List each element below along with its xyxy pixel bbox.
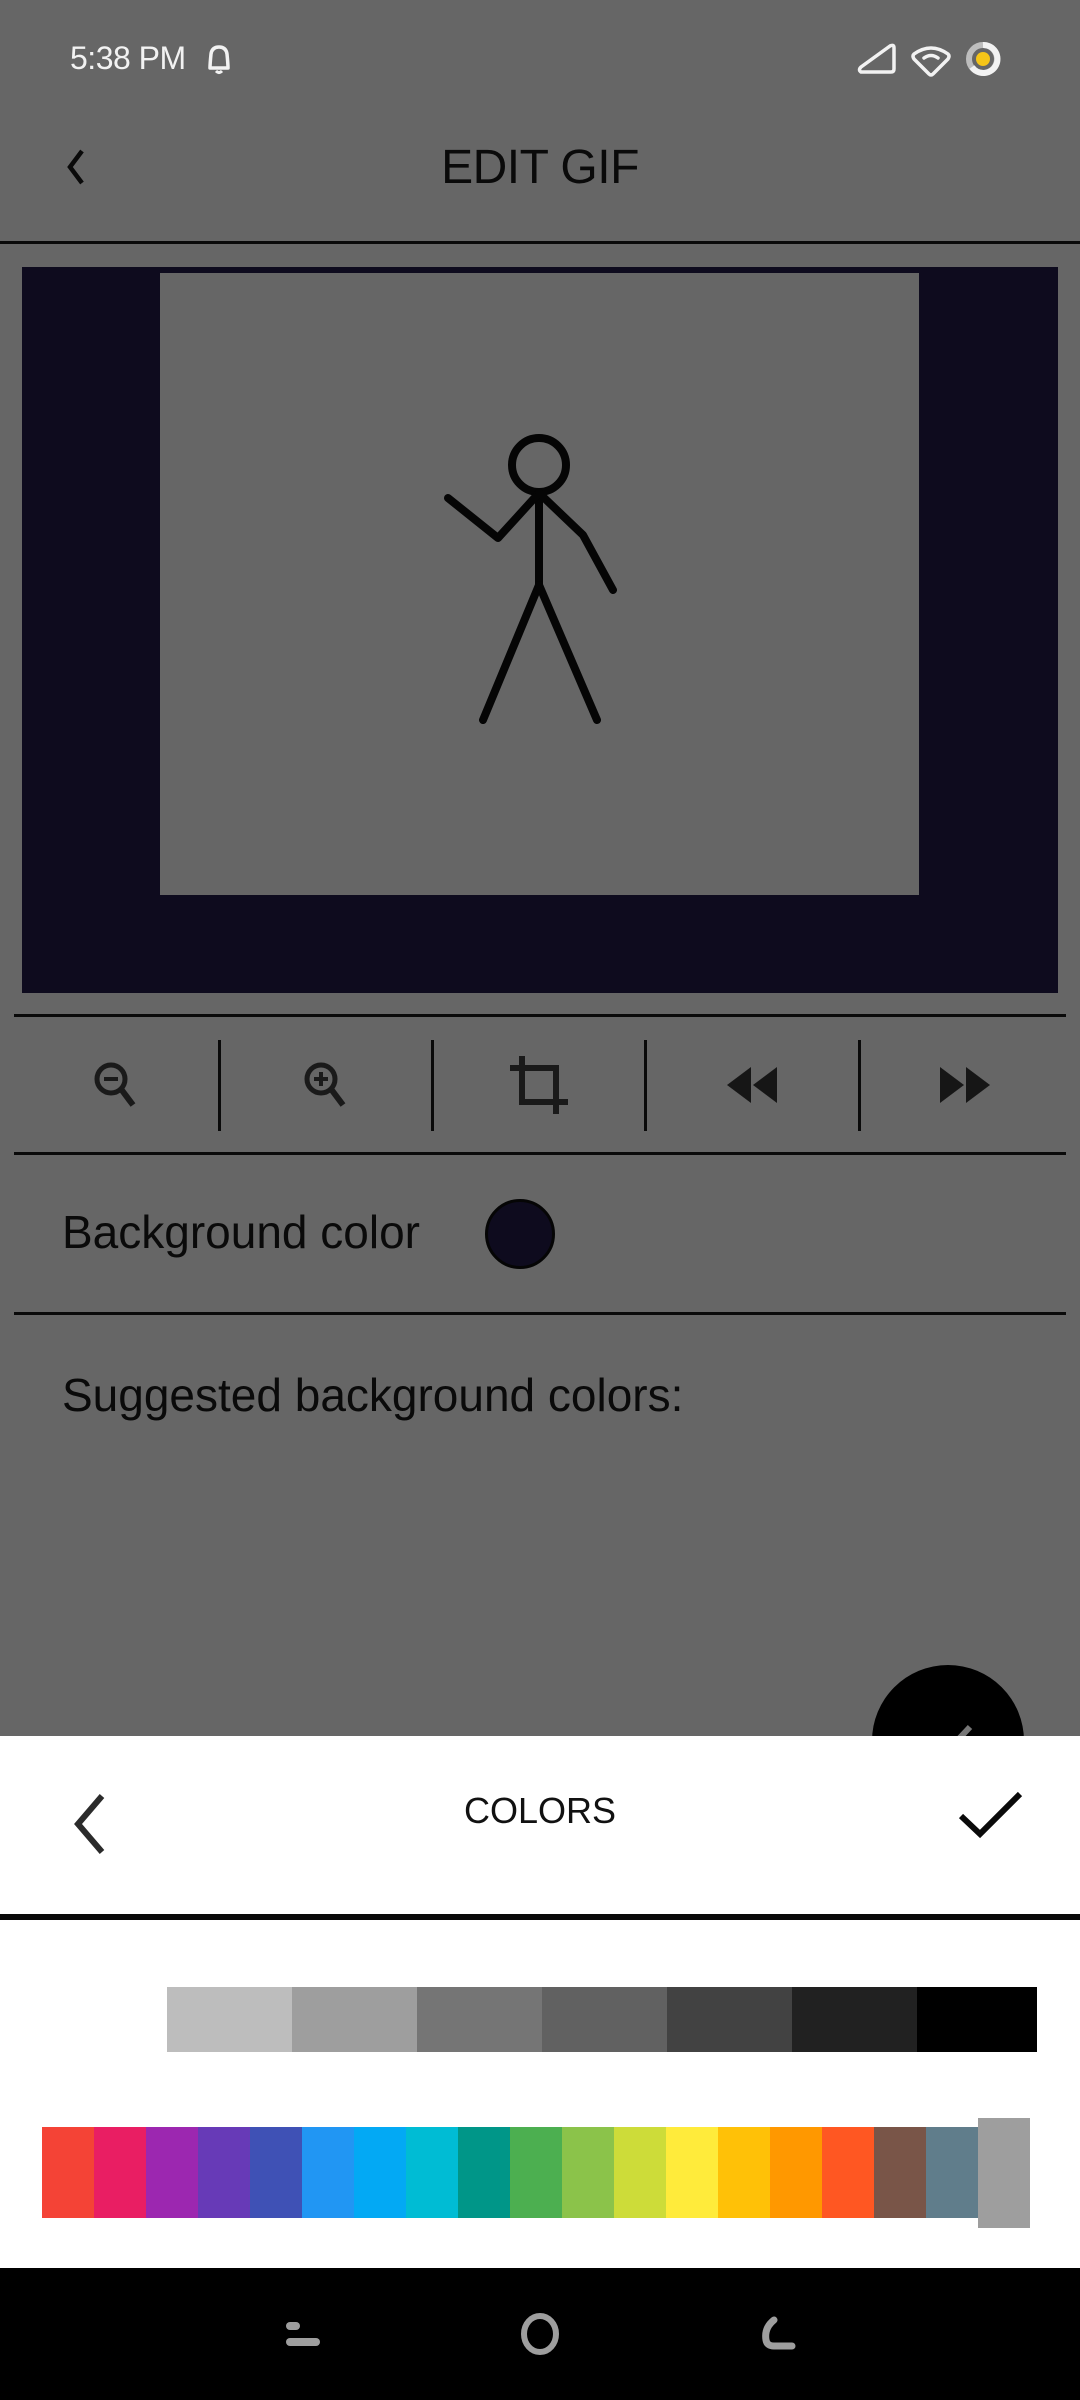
color-swatch[interactable] bbox=[510, 2127, 562, 2218]
color-swatch[interactable] bbox=[718, 2127, 770, 2218]
color-swatch[interactable] bbox=[666, 2127, 718, 2218]
gray-swatch[interactable] bbox=[167, 1987, 292, 2052]
color-swatch[interactable] bbox=[874, 2127, 926, 2218]
navigation-bar bbox=[0, 2268, 1080, 2400]
next-frame-button[interactable] bbox=[861, 1020, 1066, 1150]
toolbar-top-divider bbox=[14, 1014, 1066, 1017]
rewind-icon bbox=[726, 1067, 777, 1103]
home-icon[interactable] bbox=[518, 2310, 562, 2358]
stick-figure bbox=[444, 434, 617, 724]
gray-swatch[interactable] bbox=[667, 1987, 792, 2052]
back-icon[interactable] bbox=[756, 2316, 800, 2354]
status-time: 5:38 PM bbox=[70, 40, 186, 76]
background-color-label: Background color bbox=[62, 1206, 420, 1258]
toolbar-bottom-divider bbox=[14, 1152, 1066, 1155]
gray-swatch[interactable] bbox=[792, 1987, 917, 2052]
color-swatch[interactable] bbox=[926, 2127, 978, 2218]
gray-swatch[interactable] bbox=[917, 1987, 1037, 2052]
gray-swatch-row bbox=[0, 1980, 1080, 2060]
background-color-divider bbox=[14, 1312, 1066, 1315]
gif-frame bbox=[160, 273, 919, 895]
zoom-out-button[interactable] bbox=[14, 1020, 219, 1150]
color-swatch[interactable] bbox=[354, 2127, 406, 2218]
zoom-in-icon bbox=[304, 1062, 345, 1107]
color-swatch[interactable] bbox=[146, 2127, 198, 2218]
gray-swatch[interactable] bbox=[42, 1987, 167, 2052]
header-divider bbox=[0, 241, 1080, 244]
gray-swatch[interactable] bbox=[417, 1987, 542, 2052]
suggested-colors-label: Suggested background colors: bbox=[62, 1369, 684, 1421]
recents-icon[interactable] bbox=[282, 2318, 324, 2352]
color-swatch[interactable] bbox=[822, 2127, 874, 2218]
battery-icon bbox=[966, 41, 1001, 76]
gray-swatch[interactable] bbox=[542, 1987, 667, 2052]
color-swatch[interactable] bbox=[250, 2127, 302, 2218]
fast-forward-icon bbox=[939, 1067, 990, 1103]
color-swatch[interactable] bbox=[614, 2127, 666, 2218]
previous-frame-button[interactable] bbox=[647, 1020, 858, 1150]
color-swatch[interactable] bbox=[458, 2127, 510, 2218]
colors-sheet-title: COLORS bbox=[463, 1790, 617, 1831]
zoom-out-icon bbox=[94, 1062, 135, 1107]
background-color-swatch[interactable] bbox=[485, 1199, 555, 1269]
color-swatch[interactable] bbox=[198, 2127, 250, 2218]
notification-bell-icon bbox=[208, 45, 230, 74]
wifi-icon bbox=[911, 46, 951, 77]
gray-swatch[interactable] bbox=[292, 1987, 417, 2052]
color-swatch[interactable] bbox=[406, 2127, 458, 2218]
signal-icon bbox=[857, 43, 896, 74]
gif-preview[interactable] bbox=[22, 267, 1058, 993]
color-swatch[interactable] bbox=[94, 2127, 146, 2218]
crop-button[interactable] bbox=[434, 1020, 644, 1150]
color-swatch[interactable] bbox=[770, 2127, 822, 2218]
page-title: EDIT GIF bbox=[441, 141, 639, 194]
crop-icon bbox=[510, 1056, 568, 1114]
zoom-in-button[interactable] bbox=[221, 1020, 432, 1150]
sheet-confirm-check-icon[interactable] bbox=[956, 1786, 1026, 1842]
colors-sheet-divider bbox=[0, 1914, 1080, 1920]
color-swatch[interactable] bbox=[302, 2127, 354, 2218]
color-swatch-row bbox=[0, 2110, 1080, 2240]
color-swatch-selected[interactable] bbox=[978, 2118, 1030, 2228]
color-swatch[interactable] bbox=[42, 2127, 94, 2218]
color-swatch[interactable] bbox=[562, 2127, 614, 2218]
